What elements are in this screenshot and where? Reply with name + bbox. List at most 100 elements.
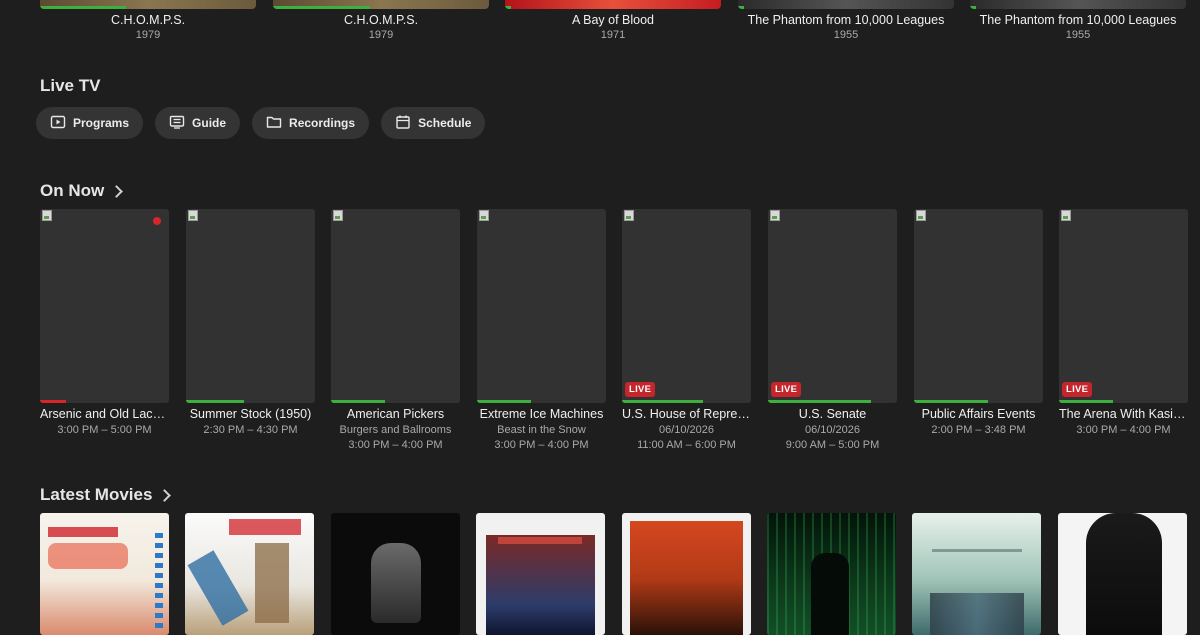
- on-now-card[interactable]: Summer Stock (1950) 2:30 PM – 4:30 PM: [186, 209, 315, 436]
- on-now-card[interactable]: Public Affairs Events 2:00 PM – 3:48 PM: [914, 209, 1043, 436]
- progress-bar: [622, 400, 704, 403]
- media-year: 1955: [1065, 29, 1091, 41]
- progress-bar: [914, 400, 988, 403]
- broken-image-icon: [479, 210, 489, 221]
- live-badge: LIVE: [1062, 382, 1093, 397]
- program-title[interactable]: Public Affairs Events: [914, 407, 1043, 421]
- section-title-text[interactable]: Latest Movies: [40, 485, 152, 505]
- program-subtitle: 2:00 PM – 3:48 PM: [931, 424, 1026, 436]
- section-title-text[interactable]: On Now: [40, 181, 104, 201]
- media-card[interactable]: The Phantom from 10,000 Leagues 1955: [970, 0, 1186, 41]
- movie-poster[interactable]: [476, 513, 605, 635]
- recording-dot-icon: [153, 217, 161, 225]
- live-tv-buttons: Programs Guide Recordings Schedule: [36, 107, 486, 139]
- media-thumbnail[interactable]: [273, 0, 489, 9]
- program-time: 11:00 AM – 6:00 PM: [637, 439, 736, 451]
- progress-bar: [768, 400, 872, 403]
- program-title[interactable]: U.S. House of Represe...: [622, 407, 751, 421]
- recordings-button[interactable]: Recordings: [252, 107, 370, 139]
- movie-poster[interactable]: [185, 513, 314, 635]
- media-thumbnail[interactable]: [738, 0, 954, 9]
- folder-icon: [266, 114, 282, 133]
- program-title[interactable]: Summer Stock (1950): [186, 407, 315, 421]
- program-subtitle: 06/10/2026: [804, 424, 861, 436]
- program-thumbnail[interactable]: LIVE: [1059, 209, 1188, 403]
- progress-bar: [331, 400, 386, 403]
- on-now-card[interactable]: American Pickers Burgers and Ballrooms 3:0…: [331, 209, 460, 451]
- broken-image-icon: [770, 210, 780, 221]
- program-subtitle: Burgers and Ballrooms: [339, 424, 452, 436]
- progress-bar: [1059, 400, 1114, 403]
- movie-poster[interactable]: [331, 513, 460, 635]
- broken-image-icon: [188, 210, 198, 221]
- chevron-right-icon[interactable]: [110, 184, 124, 198]
- media-title[interactable]: C.H.O.M.P.S.: [40, 13, 256, 27]
- broken-image-icon: [1061, 210, 1071, 221]
- section-title-live-tv: Live TV: [40, 76, 100, 96]
- on-now-card[interactable]: LIVE The Arena With Kasie ... 3:00 PM – 4:…: [1059, 209, 1188, 436]
- movie-poster[interactable]: [40, 513, 169, 635]
- media-thumbnail[interactable]: [970, 0, 1186, 9]
- media-card[interactable]: C.H.O.M.P.S. 1979: [273, 0, 489, 41]
- section-title-latest-movies[interactable]: Latest Movies: [40, 485, 172, 505]
- media-title[interactable]: A Bay of Blood: [505, 13, 721, 27]
- movie-poster[interactable]: [622, 513, 751, 635]
- program-time: 3:00 PM – 4:00 PM: [348, 439, 443, 451]
- program-thumbnail[interactable]: [914, 209, 1043, 403]
- section-title-on-now[interactable]: On Now: [40, 181, 124, 201]
- program-title[interactable]: The Arena With Kasie ...: [1059, 407, 1188, 421]
- movie-poster[interactable]: [767, 513, 896, 635]
- program-subtitle: 3:00 PM – 5:00 PM: [57, 424, 152, 436]
- program-subtitle: 3:00 PM – 4:00 PM: [1076, 424, 1171, 436]
- program-title[interactable]: American Pickers: [331, 407, 460, 421]
- program-title[interactable]: U.S. Senate: [768, 407, 897, 421]
- live-badge: LIVE: [771, 382, 802, 397]
- latest-movies-row: [40, 513, 1200, 635]
- schedule-button[interactable]: Schedule: [381, 107, 486, 139]
- chevron-right-icon[interactable]: [158, 488, 172, 502]
- recordings-label: Recordings: [289, 116, 356, 130]
- media-title[interactable]: The Phantom from 10,000 Leagues: [970, 13, 1186, 27]
- section-title-text: Live TV: [40, 76, 101, 95]
- broken-image-icon: [916, 210, 926, 221]
- guide-button[interactable]: Guide: [155, 107, 241, 139]
- program-title[interactable]: Arsenic and Old Lace ...: [40, 407, 169, 421]
- progress-bar: [186, 400, 245, 403]
- media-card[interactable]: The Phantom from 10,000 Leagues 1955: [738, 0, 954, 41]
- media-title[interactable]: C.H.O.M.P.S.: [273, 13, 489, 27]
- program-thumbnail[interactable]: LIVE: [622, 209, 751, 403]
- media-thumbnail[interactable]: [40, 0, 256, 9]
- on-now-card[interactable]: LIVE U.S. Senate 06/10/2026 9:00 AM – 5:00 …: [768, 209, 897, 451]
- media-thumbnail[interactable]: [505, 0, 721, 9]
- guide-icon: [169, 114, 185, 133]
- progress-bar: [477, 400, 532, 403]
- progress-bar: [40, 400, 66, 403]
- program-thumbnail[interactable]: [186, 209, 315, 403]
- recent-row: C.H.O.M.P.S. 1979 C.H.O.M.P.S. 1979 A Ba…: [40, 0, 1200, 48]
- media-card[interactable]: A Bay of Blood 1971: [505, 0, 721, 41]
- media-card[interactable]: C.H.O.M.P.S. 1979: [40, 0, 256, 41]
- program-thumbnail[interactable]: [477, 209, 606, 403]
- movie-poster[interactable]: [912, 513, 1041, 635]
- program-title[interactable]: Extreme Ice Machines: [477, 407, 606, 421]
- on-now-card[interactable]: Arsenic and Old Lace ... 3:00 PM – 5:00 P…: [40, 209, 169, 436]
- program-time: 9:00 AM – 5:00 PM: [785, 439, 880, 451]
- on-now-card[interactable]: Extreme Ice Machines Beast in the Snow 3:0…: [477, 209, 606, 451]
- program-thumbnail[interactable]: [331, 209, 460, 403]
- programs-button[interactable]: Programs: [36, 107, 144, 139]
- program-thumbnail[interactable]: [40, 209, 169, 403]
- media-year: 1979: [135, 29, 161, 41]
- broken-image-icon: [624, 210, 634, 221]
- schedule-label: Schedule: [418, 116, 472, 130]
- media-year: 1955: [833, 29, 859, 41]
- broken-image-icon: [42, 210, 52, 221]
- on-now-card[interactable]: LIVE U.S. House of Represe... 06/10/2026 11…: [622, 209, 751, 451]
- programs-label: Programs: [73, 116, 130, 130]
- movie-poster[interactable]: [1058, 513, 1187, 635]
- program-thumbnail[interactable]: LIVE: [768, 209, 897, 403]
- play-screen-icon: [50, 114, 66, 133]
- media-title[interactable]: The Phantom from 10,000 Leagues: [738, 13, 954, 27]
- guide-label: Guide: [192, 116, 227, 130]
- live-badge: LIVE: [625, 382, 656, 397]
- program-subtitle: 2:30 PM – 4:30 PM: [203, 424, 298, 436]
